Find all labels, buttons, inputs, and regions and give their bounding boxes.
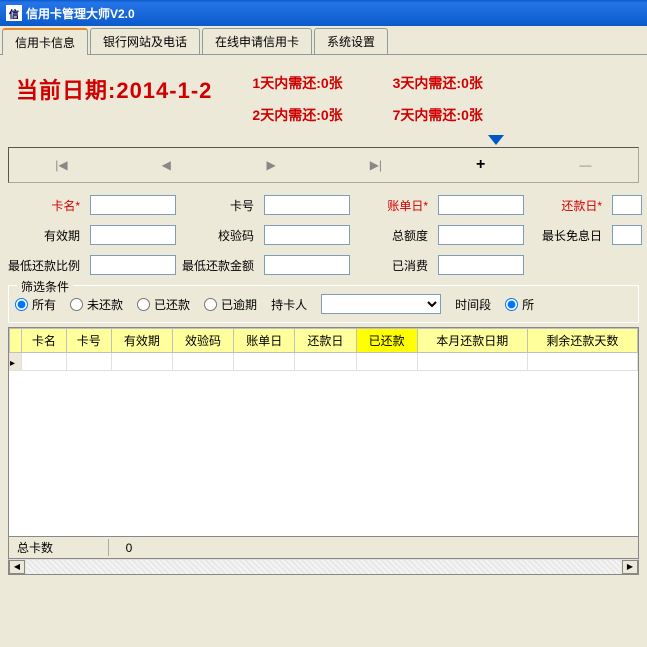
nav-last-button[interactable]: ▶| xyxy=(346,158,406,172)
due-2day: 2天内需还:0张 xyxy=(252,105,342,125)
due-1day: 1天内需还:0张 xyxy=(252,73,342,93)
consumed-input[interactable] xyxy=(438,255,524,275)
app-icon: 信 xyxy=(6,5,22,21)
card-no-input[interactable] xyxy=(264,195,350,215)
consumed-label: 已消费 xyxy=(356,257,432,274)
card-name-input[interactable] xyxy=(90,195,176,215)
scroll-right-button[interactable]: ▶ xyxy=(622,560,638,574)
col-returned[interactable]: 已还款 xyxy=(356,329,417,353)
min-amount-label: 最低还款金额 xyxy=(182,257,258,274)
table-row[interactable] xyxy=(10,353,638,371)
filter-all-radio[interactable]: 所有 xyxy=(15,296,56,313)
col-card-no[interactable]: 卡号 xyxy=(66,329,111,353)
horizontal-scrollbar[interactable]: ◀ ▶ xyxy=(8,559,639,575)
window-title: 信用卡管理大师V2.0 xyxy=(26,5,135,22)
grid-corner xyxy=(10,329,22,353)
card-form: 卡名* 卡号 账单日* 还款日* 有效期 校验码 总额度 最长免息日 最低还款比… xyxy=(8,195,639,275)
bill-date-label: 账单日* xyxy=(356,197,432,214)
due-grid: 1天内需还:0张 3天内需还:0张 2天内需还:0张 7天内需还:0张 xyxy=(252,73,482,125)
tab-settings[interactable]: 系统设置 xyxy=(314,28,388,54)
filter-groupbox: 筛选条件 所有 未还款 已还款 已逾期 持卡人 时间段 所 xyxy=(8,285,639,323)
total-limit-label: 总额度 xyxy=(356,227,432,244)
nav-delete-button[interactable]: — xyxy=(556,158,616,172)
time-all-radio[interactable]: 所 xyxy=(505,296,534,313)
current-date: 当前日期:2014-1-2 xyxy=(16,73,212,105)
total-limit-input[interactable] xyxy=(438,225,524,245)
max-free-label: 最长免息日 xyxy=(530,227,606,244)
total-cards-value: 0 xyxy=(109,541,149,555)
nav-prev-button[interactable]: ◀ xyxy=(136,158,196,172)
scroll-track[interactable] xyxy=(26,560,621,574)
tab-card-info[interactable]: 信用卡信息 xyxy=(2,28,88,55)
min-ratio-label: 最低还款比例 xyxy=(8,257,84,274)
main-panel: 当前日期:2014-1-2 1天内需还:0张 3天内需还:0张 2天内需还:0张… xyxy=(0,55,647,583)
scroll-left-button[interactable]: ◀ xyxy=(9,560,25,574)
tab-bank-sites[interactable]: 银行网站及电话 xyxy=(90,28,200,54)
col-bill[interactable]: 账单日 xyxy=(234,329,295,353)
valid-thru-input[interactable] xyxy=(90,225,176,245)
repay-date-input[interactable] xyxy=(612,195,642,215)
col-repay[interactable]: 还款日 xyxy=(295,329,356,353)
min-ratio-input[interactable] xyxy=(90,255,176,275)
filter-unpaid-radio[interactable]: 未还款 xyxy=(70,296,123,313)
check-code-input[interactable] xyxy=(264,225,350,245)
grid-header-row: 卡名 卡号 有效期 效验码 账单日 还款日 已还款 本月还款日期 剩余还款天数 xyxy=(10,329,638,353)
time-range-label: 时间段 xyxy=(455,296,491,313)
nav-add-button[interactable]: + xyxy=(451,156,511,174)
min-amount-input[interactable] xyxy=(264,255,350,275)
holder-label: 持卡人 xyxy=(271,296,307,313)
nav-first-button[interactable]: |◀ xyxy=(31,158,91,172)
card-no-label: 卡号 xyxy=(182,197,258,214)
nav-next-button[interactable]: ▶ xyxy=(241,158,301,172)
window-titlebar: 信 信用卡管理大师V2.0 xyxy=(0,0,647,26)
record-nav-toolbar: |◀ ◀ ▶ ▶| + — xyxy=(8,147,639,183)
data-grid[interactable]: 卡名 卡号 有效期 效验码 账单日 还款日 已还款 本月还款日期 剩余还款天数 xyxy=(8,327,639,537)
col-valid[interactable]: 有效期 xyxy=(111,329,172,353)
valid-thru-label: 有效期 xyxy=(8,227,84,244)
due-7day: 7天内需还:0张 xyxy=(393,105,483,125)
summary-bar: 当前日期:2014-1-2 1天内需还:0张 3天内需还:0张 2天内需还:0张… xyxy=(8,63,639,143)
repay-date-label: 还款日* xyxy=(530,197,606,214)
bill-date-input[interactable] xyxy=(438,195,524,215)
card-name-label: 卡名* xyxy=(8,197,84,214)
tab-apply-online[interactable]: 在线申请信用卡 xyxy=(202,28,312,54)
tab-bar: 信用卡信息 银行网站及电话 在线申请信用卡 系统设置 xyxy=(0,26,647,55)
col-check[interactable]: 效验码 xyxy=(172,329,233,353)
grid-footer: 总卡数 0 xyxy=(8,537,639,559)
max-free-input[interactable] xyxy=(612,225,642,245)
filter-legend: 筛选条件 xyxy=(17,278,73,295)
col-remain[interactable]: 剩余还款天数 xyxy=(527,329,637,353)
due-3day: 3天内需还:0张 xyxy=(393,73,483,93)
expand-arrow-icon[interactable] xyxy=(488,135,504,145)
total-cards-label: 总卡数 xyxy=(9,539,109,556)
col-card-name[interactable]: 卡名 xyxy=(22,329,67,353)
row-indicator-icon xyxy=(10,353,22,371)
check-code-label: 校验码 xyxy=(182,227,258,244)
filter-overdue-radio[interactable]: 已逾期 xyxy=(204,296,257,313)
holder-select[interactable] xyxy=(321,294,441,314)
col-this-month[interactable]: 本月还款日期 xyxy=(417,329,527,353)
filter-paid-radio[interactable]: 已还款 xyxy=(137,296,190,313)
